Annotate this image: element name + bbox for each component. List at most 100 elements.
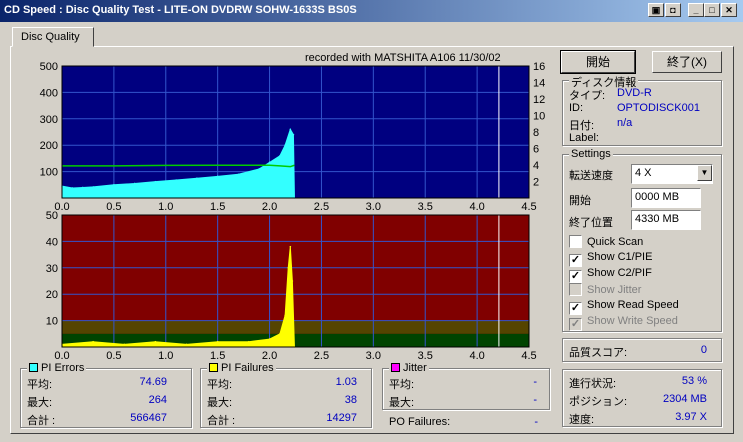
x-tick-label: 3.0 (366, 350, 381, 362)
jitter-avg: - (533, 376, 537, 388)
start-position-label: 開始 (569, 195, 591, 207)
checkbox-label: Show Write Speed (587, 315, 678, 327)
data-point (154, 180, 157, 183)
data-point (268, 338, 271, 340)
disc-date-label: 日付: (569, 120, 595, 132)
speed-select[interactable]: 4 X ▼ (631, 164, 713, 184)
x-tick-label: 1.5 (210, 201, 225, 213)
checkbox-box: ✓ (569, 318, 582, 331)
data-point (154, 340, 157, 343)
data-point (216, 340, 219, 343)
checkbox-label: Show C2/PIF (587, 267, 652, 279)
data-point (123, 343, 126, 346)
progress-group: 進行状況: 53 % ポジション: 2304 MB 速度: 3.97 X (562, 369, 722, 427)
y-tick-label: 100 (40, 167, 58, 179)
y2-tick-label: 16 (533, 61, 545, 73)
end-position-label: 終了位置 (569, 217, 613, 229)
start-position-input[interactable]: 0000 MB (631, 188, 701, 208)
disc-info-group: ディスク情報 タイプ: DVD-R ID: OPTODISCK001 日付: n… (562, 74, 722, 146)
x-tick-label: 3.5 (418, 350, 433, 362)
pi-errors-max-label: 最大: (27, 397, 53, 409)
x-tick-label: 2.5 (314, 350, 329, 362)
checkbox-box[interactable]: ✓ (569, 302, 582, 315)
x-tick-label: 1.5 (210, 350, 225, 362)
checkbox-show-read-speed[interactable]: ✓ Show Read Speed (569, 299, 679, 315)
exit-button[interactable]: 終了(X) (652, 51, 722, 73)
data-point (133, 182, 136, 185)
plot-area (62, 66, 529, 198)
position-label: ポジション: (569, 396, 628, 408)
disc-id-value: OPTODISCK001 (617, 102, 700, 114)
data-point (175, 179, 177, 181)
x-tick-label: 1.0 (158, 350, 173, 362)
checkbox-box[interactable]: ✓ (569, 270, 582, 283)
disc-type-value: DVD-R (617, 87, 652, 99)
chevron-down-icon[interactable]: ▼ (697, 165, 712, 181)
data-point (291, 280, 294, 282)
jitter-group: Jitter 平均: - 最大: - (382, 362, 550, 410)
x-tick-label: 4.5 (521, 350, 536, 362)
pi-failures-avg-label: 平均: (207, 379, 233, 391)
x-tick-label: 3.5 (418, 201, 433, 213)
y-tick-label: 500 (40, 61, 58, 73)
quality-score-group: 品質スコア: 0 (562, 338, 722, 362)
data-point (284, 314, 286, 317)
data-point (92, 340, 94, 343)
settings-title: Settings (569, 148, 613, 160)
pi-errors-chart: 0.0 0.5 1.0 1.5 2.0 2.5 3.0 3.5 4.0 4.55004003002… (40, 61, 546, 213)
y2-tick-label: 4 (533, 160, 539, 172)
data-point (92, 186, 94, 188)
data-point (185, 343, 188, 346)
progress-label: 進行状況: (569, 378, 617, 390)
start-button[interactable]: 開始 (560, 50, 636, 74)
data-point (196, 177, 198, 179)
pi-failures-title: PI Failures (207, 362, 276, 374)
pi-errors-max: 264 (148, 394, 167, 406)
checkbox-label: Show C1/PIE (587, 251, 653, 263)
checkbox-show-jitter: Show Jitter (569, 283, 641, 296)
checkbox-quick-scan[interactable]: Quick Scan (569, 235, 643, 248)
jitter-title: Jitter (389, 362, 429, 374)
data-point (287, 267, 290, 269)
disc-id-label: ID: (569, 102, 584, 114)
y-tick-label: 200 (40, 140, 58, 152)
progress-value: 53 % (681, 375, 707, 387)
checkbox-show-c2-pif[interactable]: ✓ Show C2/PIF (569, 267, 652, 283)
speed-label: 転送速度 (569, 170, 613, 182)
pi-failures-avg: 1.03 (335, 376, 357, 388)
data-point (284, 144, 286, 146)
y-tick-label: 30 (46, 263, 58, 275)
tab-disc-quality[interactable]: Disc Quality (12, 27, 94, 47)
y2-tick-label: 10 (533, 111, 545, 123)
data-point (113, 184, 115, 186)
data-point (279, 154, 281, 157)
quality-score-value: 0 (700, 344, 707, 356)
x-tick-label: 1.0 (158, 201, 173, 213)
y-tick-label: 300 (40, 114, 58, 126)
quality-score-label: 品質スコア: (569, 347, 628, 359)
y2-tick-label: 2 (533, 177, 539, 189)
pi-failures-max: 38 (344, 394, 357, 406)
data-point (216, 175, 219, 178)
pi-failures-total-label: 合計 : (207, 415, 236, 427)
x-tick-label: 2.0 (262, 201, 277, 213)
checkbox-show-c1-pie[interactable]: ✓ Show C1/PIE (569, 251, 652, 267)
read-speed-value: 3.97 X (675, 411, 707, 423)
y2-tick-label: 12 (533, 94, 545, 106)
read-speed-label: 速度: (569, 414, 595, 426)
end-position-input[interactable]: 4330 MB (631, 210, 701, 230)
data-point (71, 187, 74, 189)
checkbox-box[interactable]: ✓ (569, 254, 582, 267)
y-tick-label: 40 (46, 236, 58, 248)
x-tick-label: 0.5 (106, 201, 121, 213)
checkbox-show-write-speed: ✓ Show Write Speed (569, 315, 678, 331)
pi-failures-swatch-icon (209, 363, 218, 372)
po-failures-value: - (534, 416, 538, 428)
x-tick-label: 0.0 (54, 350, 69, 362)
disc-date-value: n/a (617, 117, 633, 129)
data-point (289, 128, 292, 131)
data-point (292, 133, 295, 136)
x-tick-label: 4.0 (469, 350, 484, 362)
jitter-avg-label: 平均: (389, 379, 415, 391)
checkbox-box[interactable] (569, 235, 582, 248)
